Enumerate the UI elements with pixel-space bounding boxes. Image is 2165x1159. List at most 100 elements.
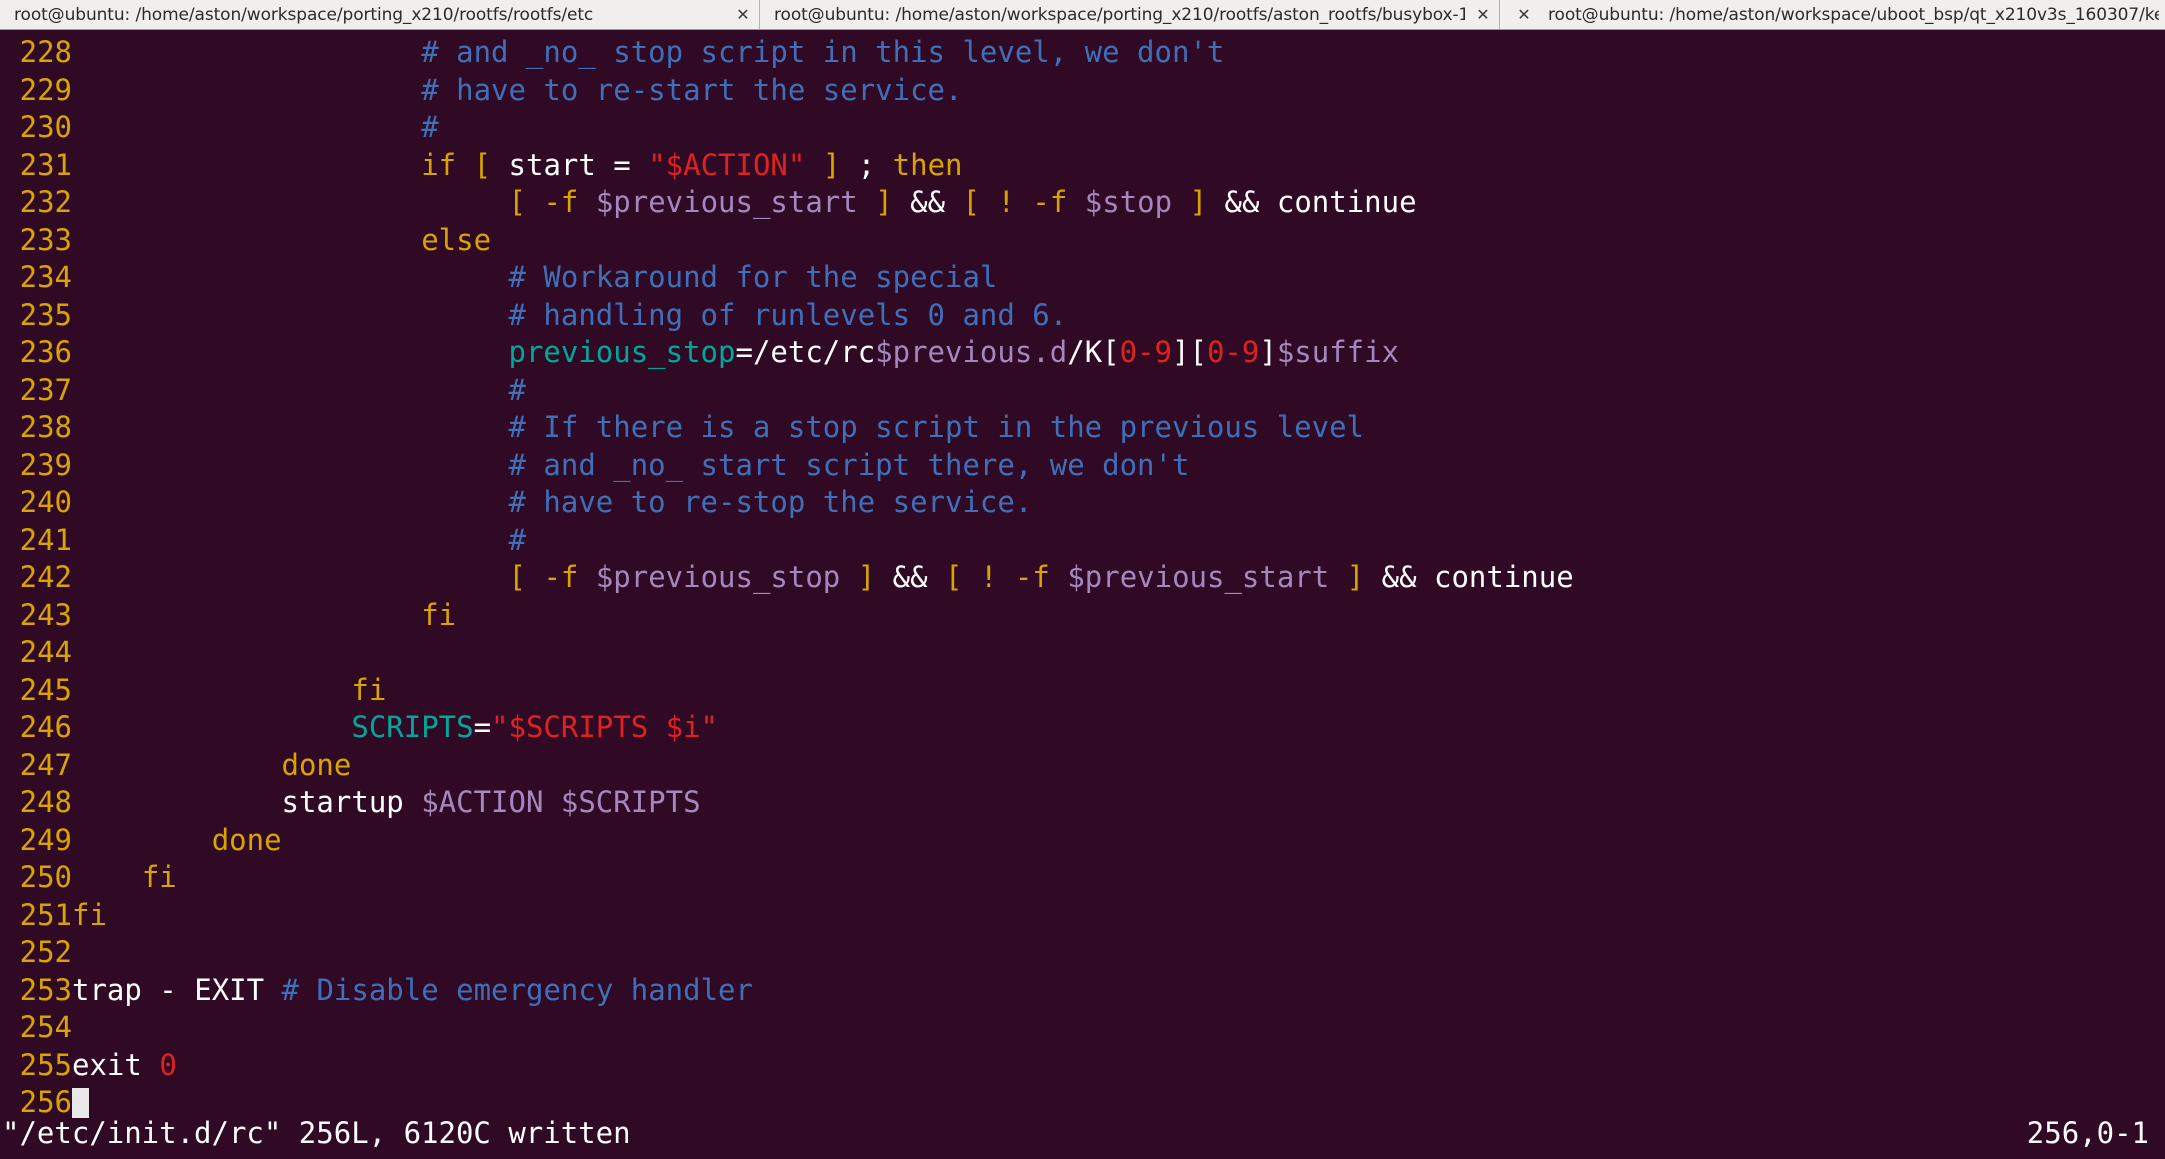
line-number: 238 xyxy=(19,410,72,444)
code-line[interactable]: 228 # and _no_ stop script in this level… xyxy=(0,34,2165,72)
code-line[interactable]: 242 [ -f $previous_stop ] && [ ! -f $pre… xyxy=(0,559,2165,597)
code-line[interactable]: 250 fi xyxy=(0,859,2165,897)
close-icon[interactable]: ✕ xyxy=(733,5,753,24)
code-line[interactable]: 231 if [ start = "$ACTION" ] ; then xyxy=(0,147,2165,185)
code-line[interactable]: 244 xyxy=(0,634,2165,672)
code-line[interactable]: 243 fi xyxy=(0,597,2165,635)
code-line[interactable]: 237 # xyxy=(0,372,2165,410)
token-key: ! xyxy=(997,185,1015,219)
line-content: exit 0 xyxy=(72,1048,177,1082)
code-line[interactable]: 246 SCRIPTS="$SCRIPTS $i" xyxy=(0,709,2165,747)
code-line[interactable]: 238 # If there is a stop script in the p… xyxy=(0,409,2165,447)
token-key: fi xyxy=(421,597,457,632)
code-line[interactable]: 230 # xyxy=(0,109,2165,147)
line-content: trap - EXIT # Disable emergency handler xyxy=(72,973,753,1007)
code-line[interactable]: 251fi xyxy=(0,897,2165,935)
tab-busybox[interactable]: root@ubuntu: /home/aston/workspace/porti… xyxy=(760,0,1500,29)
code-line[interactable]: 248 startup $ACTION $SCRIPTS xyxy=(0,784,2165,822)
line-number: 255 xyxy=(19,1047,72,1082)
token-key: done xyxy=(211,822,282,857)
line-content: [ -f $previous_start ] && [ ! -f $stop ]… xyxy=(72,185,1417,219)
code-line[interactable]: 232 [ -f $previous_start ] && [ ! -f $st… xyxy=(0,184,2165,222)
line-content: # have to re-stop the service. xyxy=(72,485,1033,519)
code-line[interactable]: 253trap - EXIT # Disable emergency handl… xyxy=(0,972,2165,1010)
line-number: 251 xyxy=(19,897,72,932)
code-line[interactable]: 235 # handling of runlevels 0 and 6. xyxy=(0,297,2165,335)
line-number: 253 xyxy=(19,972,72,1007)
code-line[interactable]: 229 # have to re-start the service. xyxy=(0,72,2165,110)
token-var: $previous_stop xyxy=(595,560,841,594)
terminal-window: root@ubuntu: /home/aston/workspace/porti… xyxy=(0,0,2165,1159)
line-content: else xyxy=(72,223,491,257)
terminal-screen[interactable]: 228 # and _no_ stop script in this level… xyxy=(0,30,2165,1159)
code-line[interactable]: 255exit 0 xyxy=(0,1047,2165,1085)
token-str: 0-9 xyxy=(1119,335,1173,369)
code-line[interactable]: 234 # Workaround for the special xyxy=(0,259,2165,297)
token-var: $previous.d xyxy=(875,335,1068,369)
line-number: 243 xyxy=(19,597,72,632)
token-com: # have to re-start the service. xyxy=(421,72,963,107)
line-number: 254 xyxy=(19,1010,72,1044)
line-content: if [ start = "$ACTION" ] ; then xyxy=(72,147,962,182)
code-line[interactable]: 239 # and _no_ start script there, we do… xyxy=(0,447,2165,485)
token-var: $ACTION $SCRIPTS xyxy=(421,785,701,819)
token-com: # and _no_ start script there, we don't xyxy=(508,447,1190,482)
token-key: else xyxy=(421,222,492,257)
close-icon[interactable]: ✕ xyxy=(1473,5,1493,24)
code-line[interactable]: 249 done xyxy=(0,822,2165,860)
token-txt: && xyxy=(1364,560,1434,594)
token-txt: [ xyxy=(1102,335,1120,369)
token-key: ] xyxy=(1189,185,1208,219)
code-line[interactable]: 245 fi xyxy=(0,672,2165,710)
close-icon[interactable]: ✕ xyxy=(1514,5,1534,24)
token-key: -f xyxy=(1032,185,1068,219)
code-line[interactable]: 236 previous_stop=/etc/rc$previous.d/K[0… xyxy=(0,334,2165,372)
token-com: # and _no_ stop script in this level, we… xyxy=(421,35,1225,69)
token-key: [ xyxy=(945,560,963,594)
tab-rootfs-etc[interactable]: root@ubuntu: /home/aston/workspace/porti… xyxy=(0,0,760,29)
token-key: -f xyxy=(1014,560,1050,594)
code-line[interactable]: 254 xyxy=(0,1009,2165,1047)
tab-title: root@ubuntu: /home/aston/workspace/porti… xyxy=(774,4,1465,25)
code-line[interactable]: 241 # xyxy=(0,522,2165,560)
token-txt: ] xyxy=(1172,335,1190,369)
line-number: 230 xyxy=(19,110,72,144)
line-content: # xyxy=(72,110,438,144)
token-txt: exit xyxy=(72,1047,142,1082)
token-var: $stop xyxy=(1084,185,1173,219)
line-content: [ -f $previous_stop ] && [ ! -f $previou… xyxy=(72,560,1574,594)
code-line[interactable]: 233 else xyxy=(0,222,2165,260)
line-number: 250 xyxy=(19,860,72,894)
token-key: -f xyxy=(543,185,579,219)
tab-kernel[interactable]: ✕ root@ubuntu: /home/aston/workspace/ubo… xyxy=(1500,0,2165,29)
line-number: 248 xyxy=(19,785,72,819)
code-line[interactable]: 240 # have to re-stop the service. xyxy=(0,484,2165,522)
line-content: done xyxy=(72,823,282,857)
vim-buffer[interactable]: 228 # and _no_ stop script in this level… xyxy=(0,34,2165,1122)
token-txt: start = xyxy=(491,147,649,182)
code-line[interactable]: 252 xyxy=(0,934,2165,972)
token-key: ] xyxy=(1346,560,1365,594)
line-number: 239 xyxy=(19,447,72,482)
code-line[interactable]: 247 done xyxy=(0,747,2165,785)
line-number: 246 xyxy=(19,710,72,744)
line-number: 247 xyxy=(19,747,72,782)
